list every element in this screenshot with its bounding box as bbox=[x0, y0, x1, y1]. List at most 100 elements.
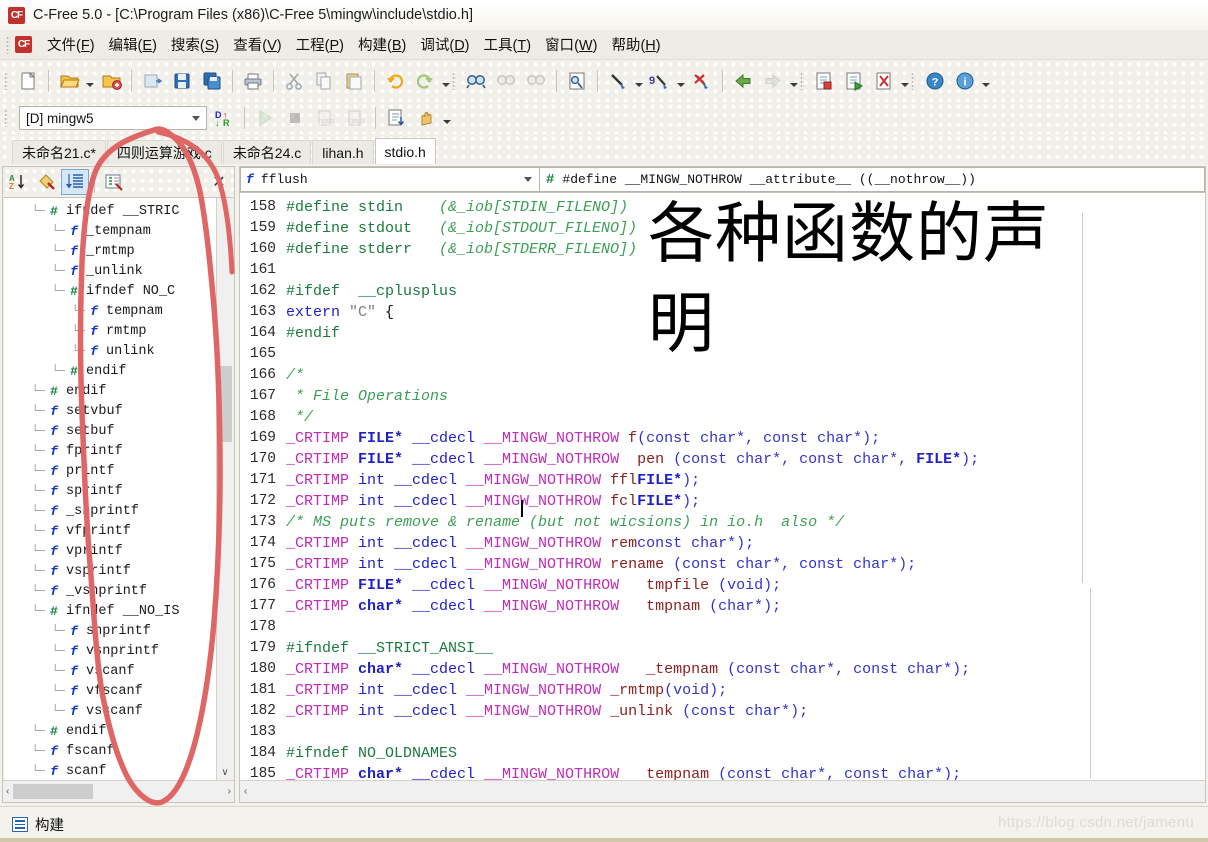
code-line[interactable]: 174 _CRTIMP int __cdecl __MINGW_NOTHROW r… bbox=[240, 533, 1205, 554]
code-line[interactable]: 163 extern "C" { bbox=[240, 302, 1205, 323]
close-panel-button[interactable]: ✕ bbox=[206, 169, 232, 195]
symbol-tree-item[interactable]: └─ f sprintf bbox=[4, 481, 216, 501]
code-line[interactable]: 161 bbox=[240, 260, 1205, 281]
symbol-tree-item[interactable]: └─ f rmtmp bbox=[4, 321, 216, 341]
tab-stdio-h[interactable]: stdio.h bbox=[374, 138, 436, 164]
nav-dropdown-caret[interactable] bbox=[788, 66, 800, 96]
run-dropdown-caret[interactable] bbox=[899, 66, 911, 96]
code-line[interactable]: 165 bbox=[240, 344, 1205, 365]
symbol-tree-item[interactable]: └─ f _tempnam bbox=[4, 221, 216, 241]
scroll-left-icon[interactable]: ‹ bbox=[244, 786, 247, 797]
code-line[interactable]: 170 _CRTIMP FILE* __cdecl __MINGW_NOTHROW… bbox=[240, 449, 1205, 470]
symbol-tree-item[interactable]: └─ f _vsnprintf bbox=[4, 581, 216, 601]
menu-project[interactable]: 工程(P) bbox=[289, 32, 351, 57]
code-line[interactable]: 158 #define stdin (&_iob[STDIN_FILENO]) bbox=[240, 197, 1205, 218]
pause-icon[interactable] bbox=[411, 103, 441, 133]
code-lines[interactable]: 158 #define stdin (&_iob[STDIN_FILENO]) 15… bbox=[240, 193, 1205, 780]
code-line[interactable]: 179 #ifndef __STRICT_ANSI__ bbox=[240, 638, 1205, 659]
symbol-tree-item[interactable]: └─ # endif bbox=[4, 361, 216, 381]
find-prev-icon[interactable] bbox=[521, 66, 551, 96]
symbol-tree-item[interactable]: └─ # endif bbox=[4, 381, 216, 401]
symbol-tree-hscrollbar[interactable]: ‹ › bbox=[3, 780, 234, 802]
toolbar-grip-5[interactable] bbox=[4, 109, 8, 127]
status-bar-label[interactable]: 构建 bbox=[35, 814, 64, 835]
open-project-icon[interactable] bbox=[96, 66, 126, 96]
code-line[interactable]: 181 _CRTIMP int __cdecl __MINGW_NOTHROW _… bbox=[240, 680, 1205, 701]
debug-dropdown-caret[interactable] bbox=[441, 103, 453, 133]
symbol-tree-item[interactable]: └─ f setbuf bbox=[4, 421, 216, 441]
compile-icon[interactable] bbox=[809, 66, 839, 96]
symbol-tree-item[interactable]: └─ f fprintf bbox=[4, 441, 216, 461]
project-target-combo[interactable]: [D] mingw5 bbox=[19, 106, 207, 130]
symbol-tree-item[interactable]: └─ f snprintf bbox=[4, 621, 216, 641]
symbol-tree-item[interactable]: └─ f vsprintf bbox=[4, 561, 216, 581]
symbol-tree-item[interactable]: └─ f vprintf bbox=[4, 541, 216, 561]
help-dropdown-caret[interactable] bbox=[980, 66, 992, 96]
toolbar-grip-3[interactable] bbox=[800, 72, 804, 90]
tab-untitled24[interactable]: 未命名24.c bbox=[222, 140, 312, 164]
tab-arithmetic-game[interactable]: 四则运算游戏.c bbox=[106, 140, 222, 164]
menu-help[interactable]: 帮助(H) bbox=[604, 32, 667, 57]
symbol-tree-item[interactable]: └─ f vscanf bbox=[4, 661, 216, 681]
code-line[interactable]: 178 bbox=[240, 617, 1205, 638]
copy-icon[interactable] bbox=[309, 66, 339, 96]
code-line[interactable]: 160 #define stderr (&_iob[STDERR_FILENO]) bbox=[240, 239, 1205, 260]
sort-alphabetical-icon[interactable]: AZ bbox=[5, 169, 33, 195]
group-by-type-icon[interactable] bbox=[33, 169, 61, 195]
symbol-tree-vscrollbar[interactable]: ∧ ∨ bbox=[216, 198, 233, 780]
step-over-icon[interactable]: 10101 bbox=[310, 103, 340, 133]
step-into-icon[interactable]: 10101 bbox=[340, 103, 370, 133]
code-line[interactable]: 162 #ifdef __cplusplus bbox=[240, 281, 1205, 302]
symbol-tree-item[interactable]: └─ f scanf bbox=[4, 761, 216, 780]
code-line[interactable]: 166 /* bbox=[240, 365, 1205, 386]
editor-hscrollbar[interactable]: ‹ bbox=[240, 780, 1205, 802]
menu-search[interactable]: 搜索(S) bbox=[164, 32, 226, 57]
menu-window[interactable]: 窗口(W) bbox=[538, 32, 604, 57]
code-line[interactable]: 177 _CRTIMP char* __cdecl __MINGW_NOTHROW… bbox=[240, 596, 1205, 617]
code-line[interactable]: 176 _CRTIMP FILE* __cdecl __MINGW_NOTHROW… bbox=[240, 575, 1205, 596]
symbol-tree-item[interactable]: └─ f _snprintf bbox=[4, 501, 216, 521]
symbol-tree-item[interactable]: └─ f setvbuf bbox=[4, 401, 216, 421]
scroll-right-icon[interactable]: › bbox=[228, 786, 231, 797]
stop-build-icon[interactable] bbox=[687, 66, 717, 96]
symbol-tree-item[interactable]: └─ # ifndef NO_C bbox=[4, 281, 216, 301]
symbol-tree-item[interactable]: └─ f _rmtmp bbox=[4, 241, 216, 261]
menu-build[interactable]: 构建(B) bbox=[351, 32, 413, 57]
goto-line-icon[interactable] bbox=[381, 103, 411, 133]
open-folder-icon[interactable] bbox=[54, 66, 84, 96]
tab-untitled21[interactable]: 未命名21.c* bbox=[12, 140, 106, 164]
cut-icon[interactable] bbox=[279, 66, 309, 96]
scroll-left-icon[interactable]: ‹ bbox=[6, 786, 9, 797]
build-icon[interactable] bbox=[603, 66, 633, 96]
save-all-icon[interactable] bbox=[197, 66, 227, 96]
menu-tools[interactable]: 工具(T) bbox=[477, 32, 539, 57]
forward-icon[interactable] bbox=[758, 66, 788, 96]
toolbar-grip-2[interactable] bbox=[452, 72, 456, 90]
sort-by-position-icon[interactable] bbox=[61, 169, 89, 195]
symbol-tree-item[interactable]: └─ f vsnprintf bbox=[4, 641, 216, 661]
save-icon[interactable] bbox=[167, 66, 197, 96]
symbol-tree-item[interactable]: └─ # endif bbox=[4, 721, 216, 741]
menu-edit[interactable]: 编辑(E) bbox=[102, 32, 164, 57]
code-line[interactable]: 168 */ bbox=[240, 407, 1205, 428]
save-as-icon[interactable] bbox=[137, 66, 167, 96]
symbol-tree-item[interactable]: └─ f vfscanf bbox=[4, 681, 216, 701]
undo-dropdown-caret[interactable] bbox=[440, 66, 452, 96]
toolbar-grip-4[interactable] bbox=[911, 72, 915, 90]
symbol-filter-icon[interactable] bbox=[100, 169, 128, 195]
menu-debug[interactable]: 调试(D) bbox=[413, 32, 476, 57]
redo-icon[interactable] bbox=[410, 66, 440, 96]
compile-run-icon[interactable] bbox=[839, 66, 869, 96]
print-icon[interactable] bbox=[238, 66, 268, 96]
code-line[interactable]: 182 _CRTIMP int __cdecl __MINGW_NOTHROW _… bbox=[240, 701, 1205, 722]
symbol-tree-item[interactable]: └─ f vfprintf bbox=[4, 521, 216, 541]
symbol-tree-item[interactable]: └─ f printf bbox=[4, 461, 216, 481]
code-line[interactable]: 183 bbox=[240, 722, 1205, 743]
symbol-tree-item[interactable]: └─ f vsscanf bbox=[4, 701, 216, 721]
refresh-symbols-icon[interactable]: D ↑ ↓ R bbox=[209, 103, 239, 133]
rebuild-icon[interactable]: 9 bbox=[645, 66, 675, 96]
code-line[interactable]: 175 _CRTIMP int __cdecl __MINGW_NOTHROW r… bbox=[240, 554, 1205, 575]
symbol-tree-item[interactable]: └─ f fscanf bbox=[4, 741, 216, 761]
build-dropdown-caret[interactable] bbox=[633, 66, 645, 96]
symbol-tree-hscroll-thumb[interactable] bbox=[13, 784, 94, 799]
